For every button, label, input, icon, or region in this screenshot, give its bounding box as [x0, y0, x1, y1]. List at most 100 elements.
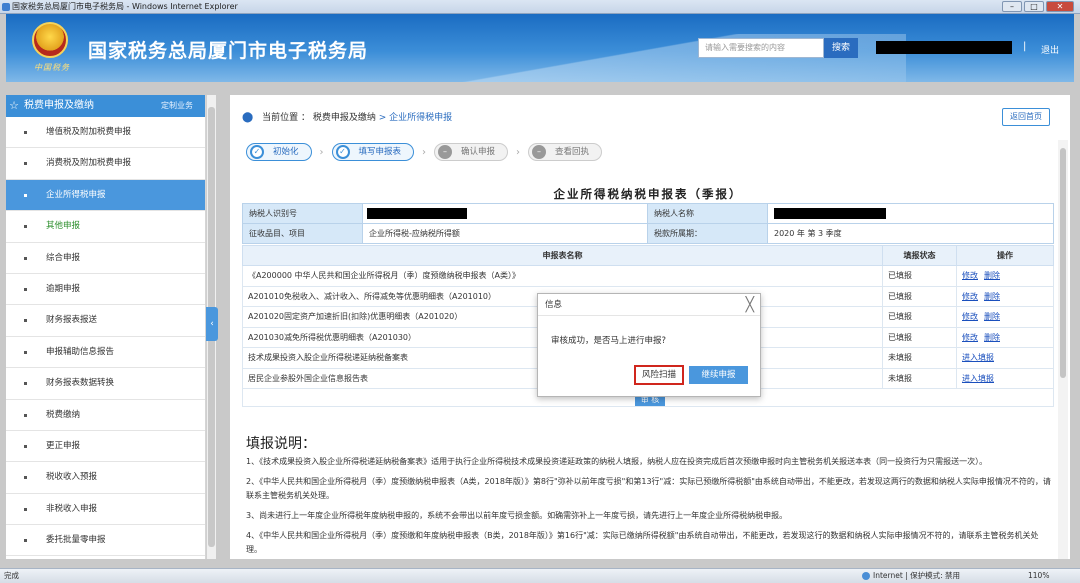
step-label: 填写申报表 — [358, 147, 402, 157]
info-dialog: 信息 ╳ 审核成功，是否马上进行申报? 风险扫描 继续申报 — [537, 293, 761, 397]
step-arrow-icon: › — [516, 146, 521, 158]
emblem-text: 中国税务 — [34, 63, 70, 72]
report-status: 已填报 — [882, 265, 957, 287]
header-separator: | — [1023, 41, 1027, 52]
step-arrow-icon: › — [319, 146, 324, 158]
custom-business-link[interactable]: 定制业务 — [161, 95, 193, 117]
step-3: – 确认申报 — [434, 143, 509, 161]
action-link[interactable]: 修改 — [962, 292, 978, 301]
sidebar-item-13[interactable]: 非税收入申报 — [6, 494, 205, 526]
sidebar-item-10[interactable]: 税费缴纳 — [6, 400, 205, 431]
continue-declare-button[interactable]: 继续申报 — [689, 366, 748, 384]
location-pin-icon: ⬤ — [242, 112, 254, 123]
item-label: 征收品目、项目 — [242, 223, 363, 244]
sidebar-item-1[interactable]: 增值税及附加税费申报 — [6, 117, 205, 149]
risk-scan-button[interactable]: 风险扫描 — [634, 365, 684, 385]
window-title: 国家税务总局厦门市电子税务局 - Windows Internet Explor… — [12, 2, 238, 11]
report-status: 已填报 — [882, 326, 957, 348]
status-text: 完成 — [4, 571, 19, 580]
period-label: 税款所属期： — [647, 223, 768, 244]
globe-icon — [862, 572, 870, 580]
breadcrumb-prefix: 当前位置 ： — [262, 113, 310, 123]
form-title: 企业所得税纳税申报表（季报） — [553, 187, 743, 201]
action-link[interactable]: 修改 — [962, 271, 978, 280]
sidebar-item-2[interactable]: 消费税及附加税费申报 — [6, 148, 205, 180]
sidebar-item-5[interactable]: 综合申报 — [6, 243, 205, 274]
redacted-username — [876, 41, 1012, 54]
sidebar-item-6[interactable]: 逾期申报 — [6, 274, 205, 306]
notes: 1、《技术成果投资入股企业所得税递延纳税备案表》适用于执行企业所得税技术成果投资… — [246, 455, 1054, 559]
note-item: 4、《中华人民共和国企业所得税月（季）度预缴和年度纳税申报表（B类，2018年版… — [246, 531, 1039, 554]
sidebar-header[interactable]: ☆ 税费申报及缴纳 定制业务 — [6, 95, 205, 117]
col-header-actions: 操作 — [956, 245, 1054, 266]
action-link[interactable]: 进入填报 — [962, 374, 994, 383]
progress-steps: ✓ 初始化 › ✓ 填写申报表 › – 确认申报 › – 查看回执 — [246, 143, 610, 161]
action-link[interactable]: 删除 — [984, 292, 1000, 301]
zoom-level[interactable]: 110% — [1028, 569, 1049, 583]
step-arrow-icon: › — [422, 146, 427, 158]
sidebar-item-3[interactable]: 企业所得税申报 — [6, 179, 205, 212]
report-status: 已填报 — [882, 285, 957, 307]
dialog-close-icon[interactable]: ╳ — [746, 294, 754, 316]
report-actions: 修改 删除 — [956, 265, 1054, 287]
sidebar-header-title: 税费申报及缴纳 — [24, 100, 94, 111]
search-input[interactable]: 请输入需要搜索的内容 — [698, 38, 824, 58]
item-value: 企业所得税-应纳税所得额 — [362, 223, 648, 244]
browser-title-bar: 国家税务总局厦门市电子税务局 - Windows Internet Explor… — [0, 0, 1080, 14]
report-name: 《A200000 中华人民共和国企业所得税月（季）度预缴纳税申报表（A类）》 — [242, 265, 883, 287]
action-link[interactable]: 删除 — [984, 333, 1000, 342]
action-link[interactable]: 修改 — [962, 312, 978, 321]
main-scroll-thumb[interactable] — [1060, 148, 1066, 378]
action-link[interactable]: 进入填报 — [962, 353, 994, 362]
note-item: 2、《中华人民共和国企业所得税月（季）度预缴纳税申报表（A类，2018年版）》第… — [246, 477, 1051, 500]
report-status: 未填报 — [882, 347, 957, 369]
action-link[interactable]: 删除 — [984, 312, 1000, 321]
breadcrumb-current: > 企业所得税申报 — [375, 113, 453, 123]
dialog-title: 信息 — [545, 300, 563, 310]
status-bar: 完成 Internet | 保护模式: 禁用 110% — [0, 568, 1080, 583]
logout-link[interactable]: 退出 — [1041, 43, 1059, 56]
taxpayer-name-value — [767, 203, 1054, 224]
report-actions: 进入填报 — [956, 367, 1054, 389]
col-header-name: 申报表名称 — [242, 245, 883, 266]
sidebar: ☆ 税费申报及缴纳 定制业务 增值税及附加税费申报 消费税及附加税费申报 企业所得税… — [6, 95, 206, 559]
taxpayer-id-value — [362, 203, 648, 224]
taxpayer-info-table: 纳税人识别号 纳税人名称 征收品目、项目 企业所得税-应纳税所得额 税款所属期：… — [242, 203, 1054, 244]
breadcrumb-path[interactable]: 税费申报及缴纳 — [313, 113, 376, 123]
ie-icon — [2, 3, 10, 11]
sidebar-item-8[interactable]: 申报辅助信息报告 — [6, 337, 205, 369]
sidebar-item-4[interactable]: 其他申报 — [6, 211, 205, 243]
search-button[interactable]: 搜索 — [824, 38, 858, 58]
step-2: ✓ 填写申报表 — [331, 143, 415, 161]
report-actions: 进入填报 — [956, 347, 1054, 369]
sidebar-item-14[interactable]: 委托批量零申报 — [6, 525, 205, 557]
table-row: 《A200000 中华人民共和国企业所得税月（季）度预缴纳税申报表（A类）》 已填… — [242, 265, 1054, 287]
check-icon: ✓ — [250, 145, 264, 159]
close-window-button[interactable]: ✕ — [1046, 1, 1074, 12]
site-header: 中国税务 国家税务总局厦门市电子税务局 请输入需要搜索的内容 搜索 | 退出 — [6, 14, 1074, 82]
sidebar-item-11[interactable]: 更正申报 — [6, 431, 205, 463]
tax-emblem-icon — [32, 22, 68, 58]
return-home-button[interactable]: 返回首页 — [1002, 108, 1050, 126]
dialog-header: 信息 ╳ — [538, 294, 760, 316]
col-header-status: 填报状态 — [882, 245, 957, 266]
step-label: 确认申报 — [461, 147, 496, 157]
action-link[interactable]: 修改 — [962, 333, 978, 342]
site-title: 国家税务总局厦门市电子税务局 — [88, 40, 369, 62]
dialog-message: 审核成功，是否马上进行申报? — [551, 336, 667, 346]
note-item: 1、《技术成果投资入股企业所得税递延纳税备案表》适用于执行企业所得税技术成果投资… — [246, 457, 988, 466]
report-actions: 修改 删除 — [956, 326, 1054, 348]
sidebar-item-12[interactable]: 税收收入预报 — [6, 462, 205, 494]
maximize-button[interactable]: □ — [1024, 1, 1044, 12]
note-item: 3、尚未进行上一年度企业所得税年度纳税申报的，系统不会带出以前年度亏损金额。如确… — [246, 511, 788, 520]
sidebar-item-9[interactable]: 财务报表数据转换 — [6, 368, 205, 400]
minimize-button[interactable]: – — [1002, 1, 1022, 12]
step-label: 查看回执 — [555, 147, 590, 157]
sidebar-collapse-button[interactable]: ‹ — [206, 307, 218, 341]
action-link[interactable]: 删除 — [984, 271, 1000, 280]
sidebar-item-7[interactable]: 财务报表报送 — [6, 305, 205, 337]
main-scrollbar[interactable] — [1058, 140, 1068, 559]
taxpayer-id-label: 纳税人识别号 — [242, 203, 363, 224]
redacted-taxpayer-name — [774, 208, 886, 219]
report-status: 已填报 — [882, 306, 957, 328]
